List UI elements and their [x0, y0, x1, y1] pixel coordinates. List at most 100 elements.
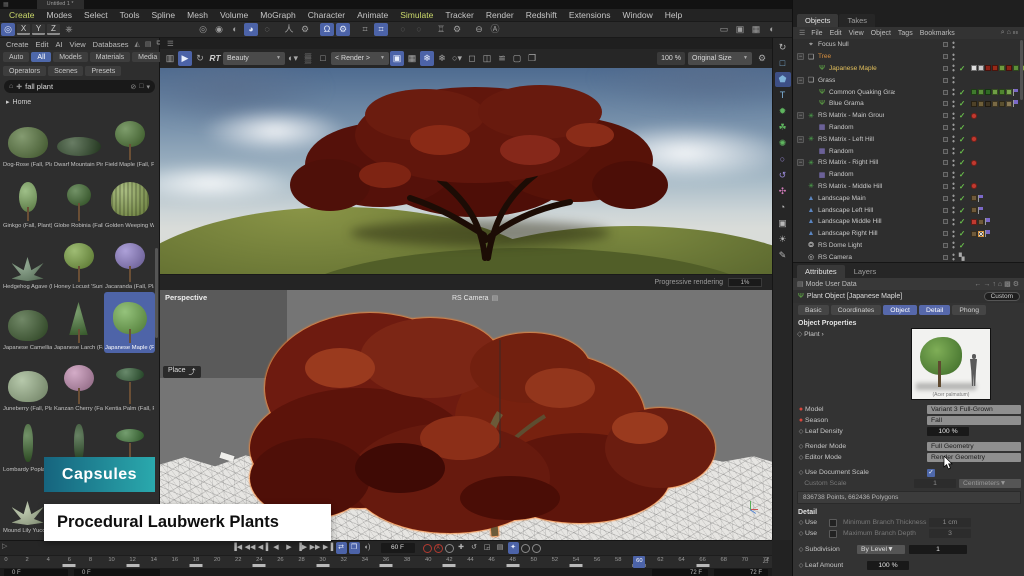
timeline-corner-icon[interactable]: ◿: [763, 556, 768, 564]
om-menu-view[interactable]: View: [846, 30, 867, 37]
lock-render-icon[interactable]: ▣: [390, 51, 404, 66]
key-rotation-button[interactable]: ↺: [469, 542, 480, 554]
ab-tab-materials[interactable]: Materials: [90, 52, 130, 62]
expand-toggle-icon[interactable]: −: [797, 53, 804, 60]
ab-subtab-presets[interactable]: Presets: [85, 66, 121, 76]
wipe-icon[interactable]: ≌: [495, 51, 509, 66]
plane-icon[interactable]: □: [775, 56, 791, 71]
ab-menu-create[interactable]: Create: [3, 40, 32, 49]
menu-character[interactable]: Character: [303, 10, 350, 20]
snap-icon[interactable]: Ω: [320, 23, 334, 36]
visibility-dots-icon[interactable]: [952, 135, 955, 143]
dynamics-icon[interactable]: ✺: [775, 136, 791, 151]
preview-start-field[interactable]: 0 F: [74, 569, 160, 576]
camera-menu-icon[interactable]: ▤: [492, 294, 499, 302]
key-position-button[interactable]: ✚: [456, 542, 467, 554]
material-tag[interactable]: [985, 101, 991, 107]
layer-square-icon[interactable]: [943, 137, 948, 142]
asset-item[interactable]: Japanese Larch (Fall, Pl...: [53, 292, 104, 353]
character-icon[interactable]: ◐: [765, 23, 779, 36]
clear-search-icon[interactable]: ⊘: [130, 83, 136, 91]
keyframe-dot-icon[interactable]: ●: [797, 406, 805, 413]
enabled-check-icon[interactable]: ✓: [959, 194, 965, 203]
plant-preview-thumbnail[interactable]: (Acer palmatum): [911, 328, 991, 400]
asset-item[interactable]: Honey Locust 'Sunbur...: [53, 231, 104, 292]
mode-icon[interactable]: ▤: [797, 280, 804, 288]
om-menu-bookmarks[interactable]: Bookmarks: [917, 30, 958, 37]
home-icon[interactable]: ⌂: [9, 83, 13, 90]
layer-square-icon[interactable]: [943, 113, 948, 118]
redshift-material-tag[interactable]: [971, 136, 977, 142]
render-picture-viewer-icon[interactable]: ▣: [733, 23, 747, 36]
season-select[interactable]: Fall: [927, 416, 1021, 426]
min-branch-checkbox[interactable]: [829, 519, 837, 527]
material-tag[interactable]: [1006, 89, 1012, 95]
material-tag[interactable]: [999, 65, 1005, 71]
play-backward-button[interactable]: ◀: [271, 542, 282, 554]
object-row[interactable]: −❏Tree: [793, 51, 1024, 63]
maple-tree-viewport[interactable]: [250, 298, 730, 538]
ab-tab-auto[interactable]: Auto: [3, 52, 29, 62]
asset-item[interactable]: Globe Robinia (Fall, Pl...: [53, 170, 104, 231]
model-select[interactable]: Variant 3 Full-Grown: [927, 405, 1021, 415]
uv-mode-icon[interactable]: ◌: [260, 23, 274, 36]
menu-modes[interactable]: Modes: [42, 10, 78, 20]
redshift-material-tag[interactable]: [971, 183, 977, 189]
timeline-keyframe-marker[interactable]: [443, 564, 456, 567]
expand-toggle-icon[interactable]: −: [797, 159, 804, 166]
object-tree-scrollbar[interactable]: [1020, 40, 1023, 100]
enabled-check-icon[interactable]: ✓: [959, 241, 965, 250]
rendered-image[interactable]: [160, 68, 772, 274]
tab-attributes[interactable]: Attributes: [797, 265, 845, 278]
visibility-dots-icon[interactable]: [952, 159, 955, 167]
axis-center-icon[interactable]: ⊖: [472, 23, 486, 36]
layer-square-icon[interactable]: [943, 208, 948, 213]
quantize2-icon[interactable]: ⌗: [374, 23, 388, 36]
menu-create[interactable]: Create: [4, 10, 40, 20]
layer-square-icon[interactable]: [943, 66, 948, 71]
menu-simulate[interactable]: Simulate: [395, 10, 438, 20]
om-menu-object[interactable]: Object: [868, 30, 894, 37]
chevron-down-icon[interactable]: ▾: [146, 83, 150, 91]
material-tag[interactable]: [971, 219, 977, 225]
redshift-material-tag[interactable]: [971, 160, 977, 166]
rt-toggle[interactable]: RT: [208, 51, 222, 66]
zoom-field[interactable]: 100 %: [657, 52, 685, 65]
expand-toggle-icon[interactable]: −: [797, 112, 804, 119]
current-frame-field[interactable]: 60 F: [381, 543, 415, 553]
key-parameter-button[interactable]: ▤: [495, 542, 506, 554]
anim-dot-icon4[interactable]: ◇: [797, 454, 805, 461]
visibility-dots-icon[interactable]: [952, 218, 955, 226]
visibility-dots-icon[interactable]: [952, 88, 955, 96]
expand-toggle-icon[interactable]: −: [797, 136, 804, 143]
om-hamburger-icon[interactable]: ☰: [797, 29, 807, 37]
key-pla-button[interactable]: ✦: [508, 542, 519, 554]
enabled-check-icon[interactable]: ✓: [959, 158, 965, 167]
timeline-keyframe-marker[interactable]: [506, 564, 519, 567]
layer-square-icon[interactable]: [943, 78, 948, 83]
menu-mograph[interactable]: MoGraph: [255, 10, 300, 20]
ab-subtab-operators[interactable]: Operators: [3, 66, 46, 76]
redshift-material-tag[interactable]: [971, 113, 977, 119]
asset-item[interactable]: Japanese Camellia (Fal...: [2, 292, 53, 353]
asset-item[interactable]: Japanese Maple (Fall, ...: [104, 292, 155, 353]
visibility-dots-icon[interactable]: [952, 253, 955, 261]
render-mode-select[interactable]: Full Geometry: [927, 442, 1021, 452]
render-icon[interactable]: ▥: [163, 51, 177, 66]
asset-item[interactable]: Kentia Palm (Fall, Plant): [104, 353, 155, 414]
anim-dot-icon9[interactable]: ◇: [797, 562, 805, 569]
material-tag[interactable]: [971, 89, 977, 95]
object-mode-icon[interactable]: ◉: [212, 23, 226, 36]
enabled-check-icon[interactable]: ✓: [959, 206, 965, 215]
anim-dot-icon7[interactable]: ◇: [797, 530, 805, 537]
layer-square-icon[interactable]: [943, 219, 948, 224]
object-row[interactable]: −ΨJapanese Maple✓: [793, 63, 1024, 75]
camera-toggle-icon[interactable]: ▚: [959, 253, 964, 261]
transform-icon[interactable]: ↻: [775, 40, 791, 55]
layer-square-icon[interactable]: [943, 42, 948, 47]
cloner-icon[interactable]: ✹: [775, 104, 791, 119]
preview-end-field[interactable]: 72 F: [652, 569, 708, 576]
ab-menu-view[interactable]: View: [67, 40, 89, 49]
asset-search-bar[interactable]: ⌂ ✚ fall plant ⊘ □ ▾: [4, 80, 155, 93]
visibility-dots-icon[interactable]: [952, 147, 955, 155]
